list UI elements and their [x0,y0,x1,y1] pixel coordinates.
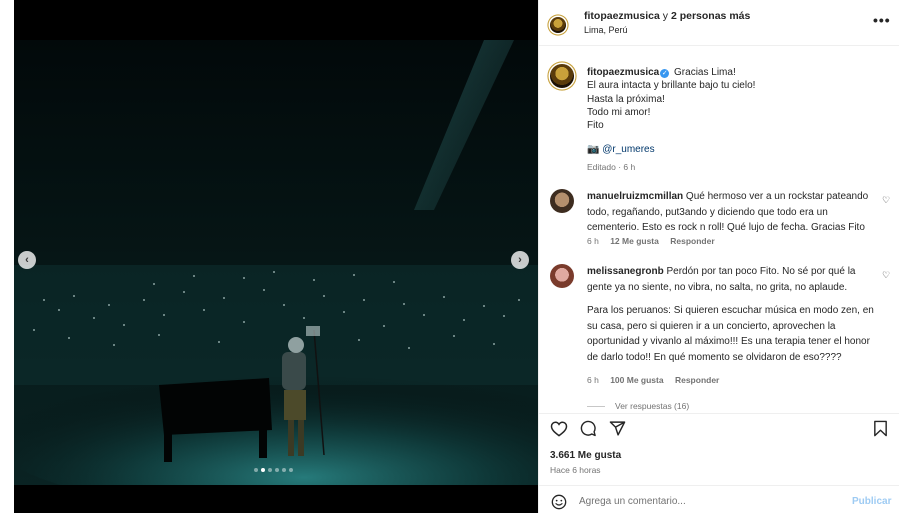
photo-letterbox-bottom [14,485,538,513]
replies-divider-line [587,406,605,408]
caption-first-line: Gracias Lima! [674,67,736,78]
carousel-prev-button[interactable]: ‹ [18,251,36,269]
caption-line: Hasta la próxima! [587,93,665,105]
share-paper-plane-icon[interactable] [609,420,626,437]
caption-line: Todo mi amor! [587,106,651,118]
save-bookmark-icon[interactable] [873,420,888,437]
post-like-count[interactable]: 3.661 Me gusta [550,450,621,461]
photo-credit-line: 📷 @r_umeres [587,144,655,155]
carousel-dot [268,468,272,472]
post-time[interactable]: Hace 6 horas [550,465,601,475]
caption-author-avatar[interactable] [550,64,574,88]
verified-badge-icon: ✓ [660,69,670,78]
commenter-avatar[interactable] [550,264,574,288]
post-actions-bar [539,413,899,443]
carousel-dot [275,468,279,472]
caption-line: El aura intacta y brillante bajo tu ciel… [587,80,756,92]
view-replies-label: Ver respuestas (16) [615,401,690,411]
comment-likes[interactable]: 12 Me gusta [610,236,659,246]
carousel-next-button[interactable]: › [511,251,529,269]
carousel-dot [282,468,286,472]
comment-bubble-icon[interactable] [579,420,597,437]
comment-time: 6 h [587,375,599,385]
comment-text: melissanegronb Perdón por tan poco Fito.… [587,264,877,295]
comment-meta: 6 h 100 Me gusta Responder [587,375,728,385]
comment-meta: 6 h 12 Me gusta Responder [587,236,724,246]
publish-comment-button[interactable]: Publicar [852,496,891,507]
carousel-dot [289,468,293,472]
post-location[interactable]: Lima, Perú [584,25,628,35]
more-options-icon[interactable]: ••• [873,12,891,28]
like-comment-heart-icon[interactable]: ♡ [882,195,890,206]
post-header: fitopaezmusica y 2 personas más Lima, Pe… [539,0,899,46]
comment-likes[interactable]: 100 Me gusta [610,375,663,385]
commenter-username[interactable]: manuelruizmcmillan [587,191,683,202]
collaborators-link[interactable]: 2 personas más [671,10,750,22]
author-username[interactable]: fitopaezmusica [584,10,660,22]
commenter-avatar[interactable] [550,189,574,213]
author-avatar[interactable] [550,17,566,33]
carousel-dot [261,468,265,472]
camera-icon: 📷 [587,144,600,155]
carousel-indicator-dots [254,468,293,472]
comment-time: 6 h [587,236,599,246]
caption-edited-time: Editado · 6 h [587,162,636,172]
reply-button[interactable]: Responder [675,375,719,385]
caption-username[interactable]: fitopaezmusica [587,67,659,78]
carousel-dot [254,468,258,472]
post-caption: fitopaezmusica ✓ Gracias Lima! El aura in… [587,66,877,132]
author-conjunction: y [662,10,669,22]
add-comment-input[interactable] [579,493,839,509]
reply-button[interactable]: Responder [670,236,714,246]
emoji-smiley-icon[interactable] [551,494,567,510]
like-comment-heart-icon[interactable]: ♡ [882,270,890,281]
caption-line: Fito [587,120,604,132]
like-heart-icon[interactable] [550,420,568,437]
comments-scroll-area[interactable]: fitopaezmusica ✓ Gracias Lima! El aura in… [539,47,899,413]
view-replies-button[interactable]: Ver respuestas (16) [587,401,689,411]
commenter-username[interactable]: melissanegronb [587,266,664,277]
comment-text: manuelruizmcmillan Qué hermoso ver a un … [587,189,877,236]
post-author-line: fitopaezmusica y 2 personas más [584,10,750,22]
concert-photo-scene [14,40,538,513]
post-details-panel: fitopaezmusica y 2 personas más Lima, Pe… [538,0,899,513]
photo-credit-link[interactable]: @r_umeres [602,144,654,155]
photo-letterbox-top [14,0,538,40]
comment-text-paragraph-2: Para los peruanos: Si quieren escuchar m… [587,305,874,363]
add-comment-bar: Publicar [539,485,899,513]
post-photo[interactable]: ‹ › [14,0,538,513]
